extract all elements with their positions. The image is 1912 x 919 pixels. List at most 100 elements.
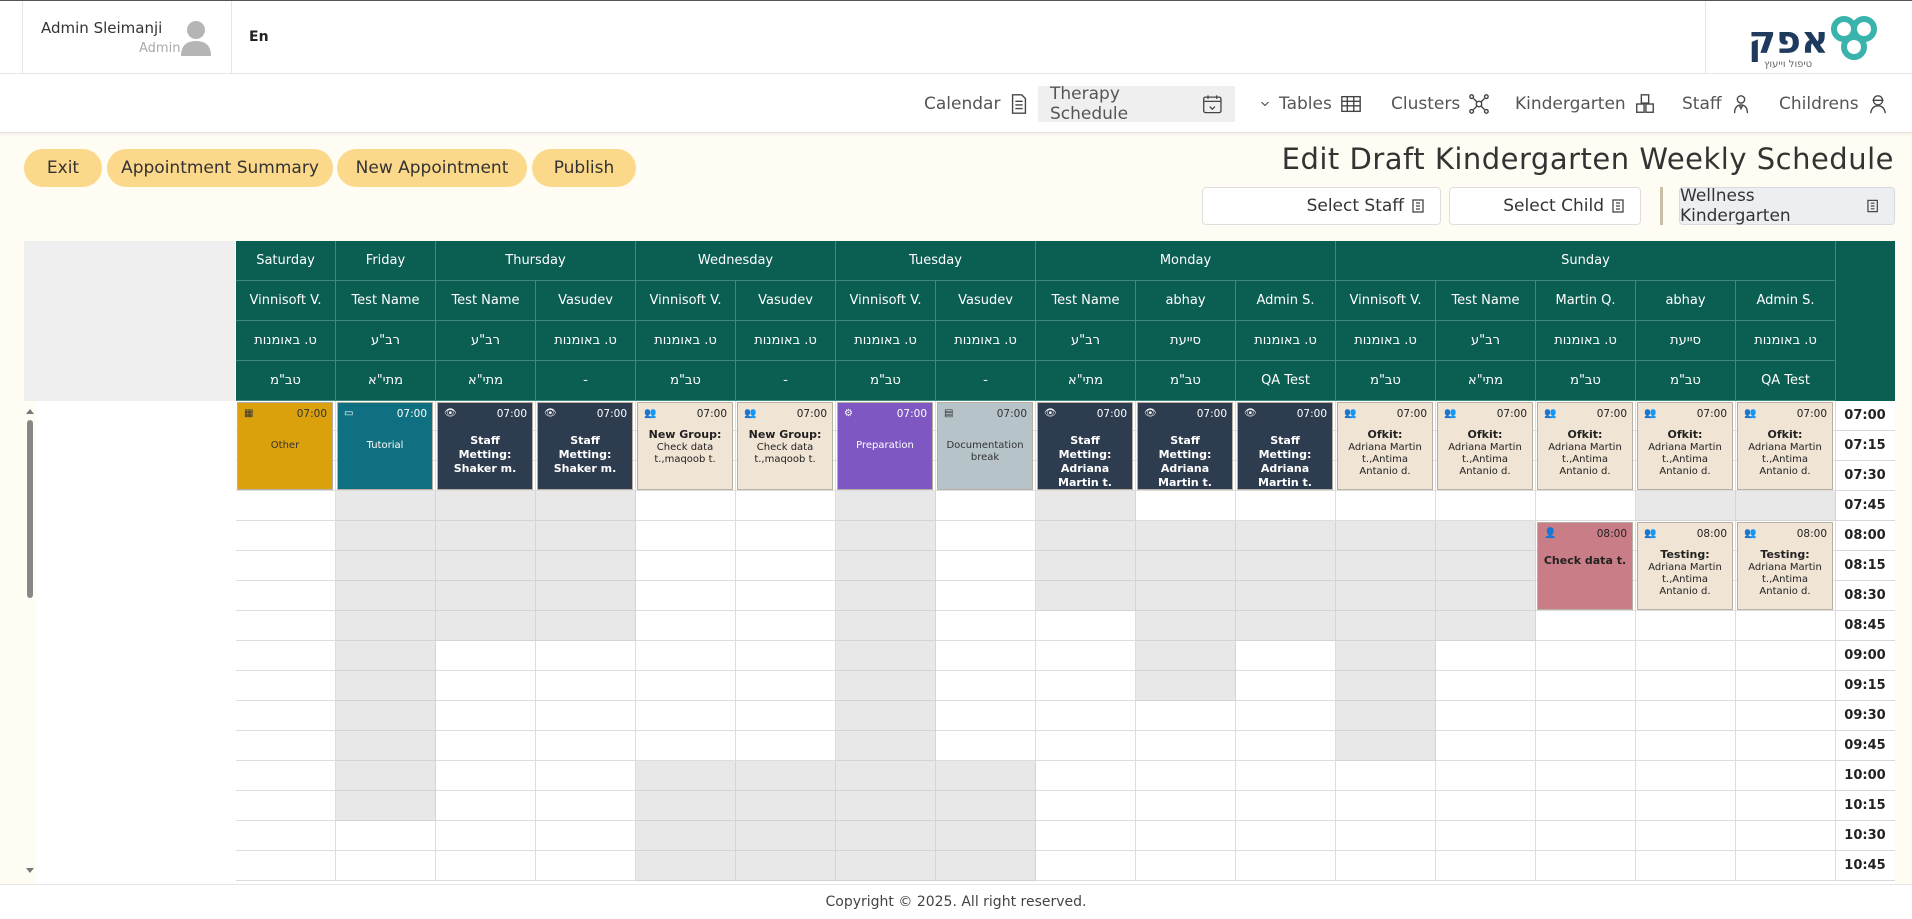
time-slot[interactable]	[1036, 791, 1136, 821]
appointment-summary-button[interactable]: Appointment Summary	[107, 149, 333, 187]
scroll-thumb[interactable]	[27, 420, 33, 598]
column-header-staff[interactable]: Vinnisoft V.	[836, 281, 936, 321]
column-header-staff[interactable]: Vinnisoft V.	[236, 281, 336, 321]
blocked-slot[interactable]	[1336, 731, 1436, 761]
time-slot[interactable]	[236, 671, 336, 701]
time-slot[interactable]	[736, 521, 836, 551]
blocked-slot[interactable]	[336, 611, 436, 641]
nav-childrens[interactable]: Childrens	[1767, 86, 1901, 122]
time-slot[interactable]	[536, 731, 636, 761]
blocked-slot[interactable]	[836, 491, 936, 521]
blocked-slot[interactable]	[436, 491, 536, 521]
time-slot[interactable]	[736, 641, 836, 671]
blocked-slot[interactable]	[336, 761, 436, 791]
time-slot[interactable]	[1336, 791, 1436, 821]
time-slot[interactable]	[1236, 761, 1336, 791]
nav-kindergarten[interactable]: Kindergarten	[1503, 86, 1668, 122]
blocked-slot[interactable]	[836, 701, 936, 731]
appointment-card[interactable]: 07:00 👥 Ofkit: Adriana Martin t.,Antima Ant…	[1637, 402, 1733, 490]
appointment-card[interactable]: 07:00 👥 Ofkit: Adriana Martin t.,Antima Ant…	[1437, 402, 1533, 490]
blocked-slot[interactable]	[1436, 611, 1536, 641]
time-slot[interactable]	[936, 671, 1036, 701]
scrollbar[interactable]	[24, 404, 36, 884]
blocked-slot[interactable]	[1036, 491, 1136, 521]
time-slot[interactable]	[736, 551, 836, 581]
time-slot[interactable]	[1536, 491, 1636, 521]
time-slot[interactable]	[1236, 491, 1336, 521]
time-slot[interactable]	[636, 641, 736, 671]
time-slot[interactable]	[236, 581, 336, 611]
time-slot[interactable]	[636, 611, 736, 641]
time-slot[interactable]	[936, 581, 1036, 611]
time-slot[interactable]	[1736, 791, 1836, 821]
time-slot[interactable]	[1736, 821, 1836, 851]
time-slot[interactable]	[1436, 701, 1536, 731]
time-slot[interactable]	[636, 491, 736, 521]
new-appointment-button[interactable]: New Appointment	[337, 149, 527, 187]
time-slot[interactable]	[736, 701, 836, 731]
time-slot[interactable]	[1136, 491, 1236, 521]
time-slot[interactable]	[236, 821, 336, 851]
blocked-slot[interactable]	[336, 731, 436, 761]
time-slot[interactable]	[436, 701, 536, 731]
time-slot[interactable]	[936, 551, 1036, 581]
blocked-slot[interactable]	[1236, 551, 1336, 581]
time-slot[interactable]	[336, 821, 436, 851]
time-slot[interactable]	[1036, 821, 1136, 851]
time-slot[interactable]	[1236, 791, 1336, 821]
time-slot[interactable]	[1636, 641, 1736, 671]
nav-clusters[interactable]: Clusters	[1379, 86, 1502, 122]
blocked-slot[interactable]	[1036, 521, 1136, 551]
time-slot[interactable]	[1436, 491, 1536, 521]
time-slot[interactable]	[636, 551, 736, 581]
time-slot[interactable]	[536, 791, 636, 821]
blocked-slot[interactable]	[336, 791, 436, 821]
blocked-slot[interactable]	[1136, 581, 1236, 611]
appointment-card[interactable]: 07:00 👁 Staff Metting: Shaker m.	[437, 402, 533, 490]
time-slot[interactable]	[1636, 791, 1736, 821]
appointment-card[interactable]: 07:00 ▦ Other	[237, 402, 333, 490]
appointment-card[interactable]: 07:00 👥 Ofkit: Adriana Martin t.,Antima Ant…	[1537, 402, 1633, 490]
appointment-card[interactable]: 07:00 ▤ Documentation break	[937, 402, 1033, 490]
blocked-slot[interactable]	[436, 581, 536, 611]
blocked-slot[interactable]	[436, 611, 536, 641]
nav-therapy-schedule[interactable]: Therapy Schedule	[1038, 84, 1235, 124]
time-slot[interactable]	[436, 641, 536, 671]
blocked-slot[interactable]	[336, 551, 436, 581]
blocked-slot[interactable]	[436, 551, 536, 581]
time-slot[interactable]	[1636, 821, 1736, 851]
appointment-card[interactable]: 07:00 ⚙ Preparation	[837, 402, 933, 490]
time-slot[interactable]	[1436, 791, 1536, 821]
child-select[interactable]: Select Child	[1449, 187, 1641, 225]
time-slot[interactable]	[236, 791, 336, 821]
time-slot[interactable]	[736, 671, 836, 701]
blocked-slot[interactable]	[736, 851, 836, 881]
column-header-staff[interactable]: Test Name	[1036, 281, 1136, 321]
time-slot[interactable]	[1536, 731, 1636, 761]
time-slot[interactable]	[1336, 491, 1436, 521]
time-slot[interactable]	[636, 581, 736, 611]
time-slot[interactable]	[1036, 611, 1136, 641]
time-slot[interactable]	[1736, 731, 1836, 761]
blocked-slot[interactable]	[636, 851, 736, 881]
appointment-card[interactable]: 07:00 👁 Staff Metting: Adriana Martin t.	[1237, 402, 1333, 490]
blocked-slot[interactable]	[1136, 641, 1236, 671]
blocked-slot[interactable]	[836, 671, 936, 701]
time-slot[interactable]	[936, 731, 1036, 761]
user-panel[interactable]: Admin Sleimanji Admin	[22, 1, 232, 74]
blocked-slot[interactable]	[836, 551, 936, 581]
time-slot[interactable]	[1536, 671, 1636, 701]
blocked-slot[interactable]	[1236, 611, 1336, 641]
blocked-slot[interactable]	[636, 821, 736, 851]
appointment-card[interactable]: 07:00 👥 New Group: Check data t.,maqoob t.	[737, 402, 833, 490]
blocked-slot[interactable]	[1136, 671, 1236, 701]
time-slot[interactable]	[1536, 641, 1636, 671]
blocked-slot[interactable]	[1336, 641, 1436, 671]
nav-calendar[interactable]: Calendar	[912, 86, 1042, 122]
time-slot[interactable]	[1136, 791, 1236, 821]
column-header-staff[interactable]: Test Name	[336, 281, 436, 321]
blocked-slot[interactable]	[936, 851, 1036, 881]
kindergarten-select[interactable]: Wellness Kindergarten	[1679, 186, 1895, 226]
time-slot[interactable]	[536, 701, 636, 731]
time-slot[interactable]	[936, 521, 1036, 551]
